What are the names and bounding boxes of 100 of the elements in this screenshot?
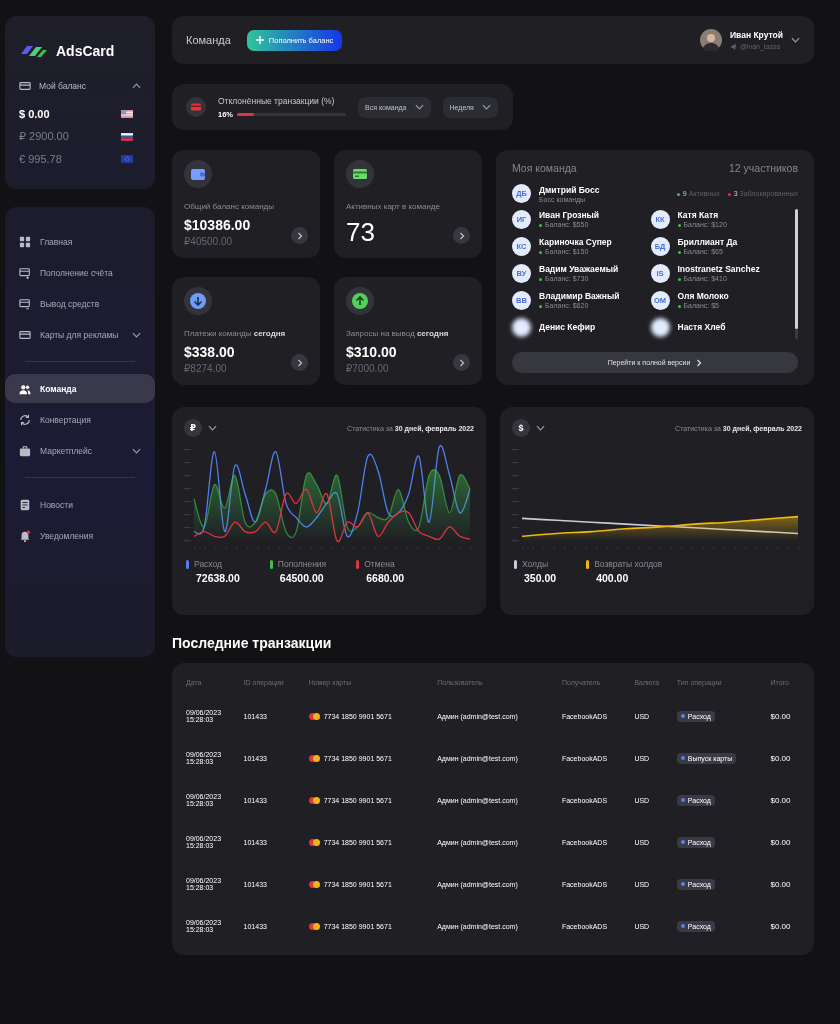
- avatar: [512, 317, 531, 337]
- table-cell-text: $0.00: [769, 752, 792, 765]
- balance-amount[interactable]: $ 0.00: [19, 108, 50, 120]
- nav-item[interactable]: Конвертация: [5, 405, 155, 434]
- stat-subvalue: ₽40500.00: [184, 236, 234, 247]
- member-name: Денис Кефир: [539, 322, 596, 332]
- table-cell-text: $0.00: [769, 878, 792, 891]
- legend-value: 72638.00: [195, 572, 240, 584]
- member-name: Иван Грозный: [539, 210, 600, 220]
- nav-item[interactable]: Команда: [5, 374, 155, 403]
- telegram-icon: [730, 43, 736, 50]
- balance-amount[interactable]: ₽ 2900.00: [19, 130, 69, 143]
- legend-label: Возвраты холдов: [586, 559, 663, 569]
- card-icon: [186, 97, 206, 117]
- wallet-icon: [184, 160, 212, 188]
- member-item[interactable]: Настя Хлеб: [650, 317, 789, 337]
- chevron-right-icon: [696, 358, 703, 367]
- card-minus-icon: [19, 297, 31, 310]
- eu-flag-icon: [121, 155, 133, 163]
- avatar[interactable]: [700, 29, 722, 51]
- more-button[interactable]: [453, 354, 470, 371]
- currency-button[interactable]: ₽: [184, 419, 202, 437]
- member-name: Настя Хлеб: [677, 322, 726, 332]
- arrow-up-icon: [346, 287, 374, 315]
- more-button[interactable]: [291, 227, 308, 244]
- scrollbar[interactable]: [795, 209, 798, 339]
- user-name: Иван Крутой: [730, 30, 783, 40]
- member-name: Вадим Уважаемый: [539, 264, 619, 274]
- mastercard-icon: [308, 838, 320, 846]
- member-count: 12 участников: [729, 162, 798, 174]
- card-icon: [19, 328, 31, 341]
- newspaper-icon: [19, 498, 31, 511]
- nav-item[interactable]: Карты для рекламы: [5, 320, 155, 349]
- member-name: Оля Молоко: [677, 291, 729, 301]
- chevron-right-icon: [458, 231, 465, 240]
- table-cell-text: $0.00: [769, 920, 792, 933]
- nav-item[interactable]: Маркетплейс: [5, 436, 155, 465]
- chevron-down-icon: [536, 425, 545, 431]
- us-flag-icon: [121, 110, 133, 118]
- more-button[interactable]: [453, 227, 470, 244]
- stat-label: Общий баланс команды: [184, 202, 275, 211]
- page-title: Команда: [186, 34, 231, 46]
- nav-item[interactable]: Пополнение счёта: [5, 258, 155, 287]
- mastercard-icon: [308, 796, 320, 804]
- member-name: Дмитрий Босс: [539, 184, 600, 195]
- balance-amount[interactable]: € 995.78: [19, 153, 62, 165]
- nav-item[interactable]: Новости: [5, 490, 155, 519]
- nav-item[interactable]: Главная: [5, 227, 155, 256]
- legend-value: 6680.00: [365, 572, 405, 584]
- arrow-down-icon: [184, 287, 212, 315]
- more-button[interactable]: [291, 354, 308, 371]
- stat-subvalue: ₽7000.00: [346, 363, 390, 374]
- stat-label: Активных карт в команде: [346, 202, 441, 211]
- balance-title: Мой баланс: [39, 81, 88, 91]
- card-icon: [346, 160, 374, 188]
- table-cell-text: $0.00: [769, 836, 792, 849]
- legend-label: Отмена: [356, 559, 405, 569]
- mastercard-icon: [308, 922, 320, 930]
- nav-item[interactable]: Вывод средств: [5, 289, 155, 318]
- stat-label: Запросы на вывод сегодня: [346, 329, 450, 338]
- member-name: Владимир Важный: [539, 291, 620, 301]
- stat-subvalue: ₽8274.00: [184, 363, 228, 374]
- table-cell-text: $0.00: [769, 710, 792, 723]
- legend-value: 64500.00: [278, 572, 325, 584]
- section-title: Последние транзакции: [172, 635, 333, 651]
- user-menu-chevron-icon: [791, 37, 800, 43]
- stat-value: 73: [346, 217, 375, 248]
- chevron-right-icon: [296, 231, 303, 240]
- mastercard-icon: [308, 712, 320, 720]
- plus-icon: [255, 36, 264, 44]
- chevron-down-icon: [208, 425, 217, 431]
- mastercard-icon: [308, 880, 320, 888]
- grid-icon: [19, 235, 31, 248]
- ru-flag-icon: [121, 132, 133, 141]
- chevron-down-icon: [414, 104, 424, 110]
- legend-label: Пополнения: [269, 559, 327, 569]
- people-icon: [19, 382, 31, 395]
- legend-label: Расход: [186, 559, 240, 569]
- mastercard-icon: [308, 754, 320, 762]
- chevron-down-icon: [481, 104, 491, 110]
- stat-value: $10386.00: [184, 217, 251, 233]
- legend-value: 400.00: [595, 572, 630, 584]
- chevron-right-icon: [458, 358, 465, 367]
- member-name: Inostranetz Sanchez: [677, 264, 760, 274]
- chevron-right-icon: [296, 358, 303, 367]
- nav-item[interactable]: Уведомления: [5, 521, 155, 550]
- currency-button[interactable]: $: [512, 419, 530, 437]
- stat-value: $338.00: [184, 344, 235, 360]
- rejected-title: Отклонённые транзакции (%): [218, 95, 336, 106]
- legend-label: Холды: [514, 559, 557, 569]
- logo-text: AdsCard: [56, 43, 115, 59]
- card-plus-icon: [19, 266, 31, 279]
- legend-value: 350.00: [523, 572, 557, 584]
- member-name: Катя Катя: [677, 210, 720, 220]
- member-name: Бриллиант Да: [677, 237, 738, 247]
- member-item[interactable]: Денис Кефир: [512, 317, 651, 337]
- stat-label: Платежи команды сегодня: [184, 329, 287, 338]
- bell-icon: [19, 529, 31, 542]
- member-name: Кариночка Супер: [539, 237, 612, 247]
- exchange-icon: [19, 413, 31, 426]
